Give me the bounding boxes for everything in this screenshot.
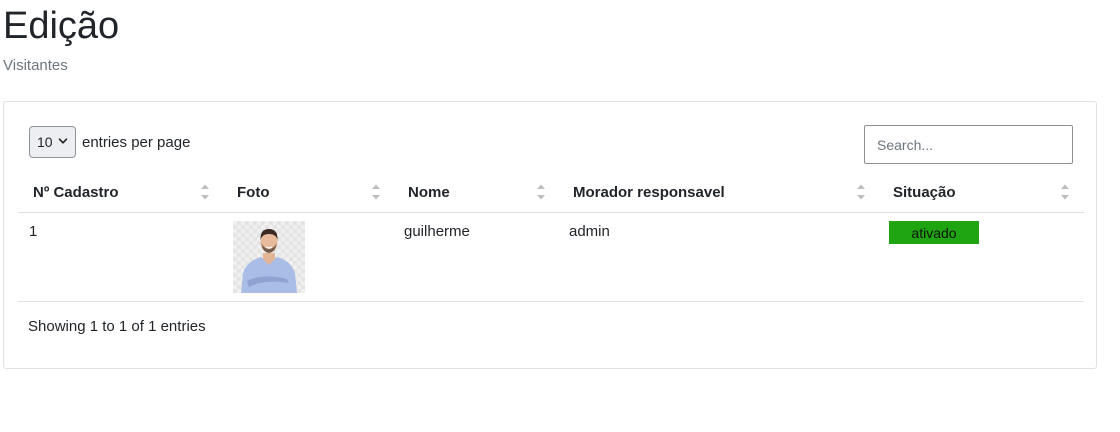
column-header-status[interactable]: Situação xyxy=(893,174,1043,210)
datatable-card: 10 entries per page Nº Cadastro Foto Nom… xyxy=(3,101,1097,369)
visitor-photo xyxy=(233,221,305,293)
column-header-photo[interactable]: Foto xyxy=(237,174,367,210)
sort-icon xyxy=(537,184,545,200)
column-header-label: Nome xyxy=(408,183,450,201)
cell-resident: admin xyxy=(569,223,610,240)
search-input[interactable] xyxy=(864,125,1073,164)
column-header-name[interactable]: Nome xyxy=(408,174,528,210)
table-info: Showing 1 to 1 of 1 entries xyxy=(28,318,206,335)
column-header-label: Nº Cadastro xyxy=(33,183,119,201)
person-photo-icon xyxy=(241,229,297,293)
sort-icon xyxy=(372,184,380,200)
chevron-down-icon xyxy=(58,138,68,144)
cell-id: 1 xyxy=(29,223,38,240)
entries-per-page-select[interactable]: 10 xyxy=(29,126,76,158)
column-header-resident[interactable]: Morador responsavel xyxy=(573,174,843,210)
entries-per-page-value: 10 xyxy=(37,134,53,150)
entries-per-page-control: 10 entries per page xyxy=(29,125,190,159)
table-header-divider xyxy=(18,212,1084,213)
column-header-label: Situação xyxy=(893,183,956,201)
column-header-label: Morador responsavel xyxy=(573,183,725,201)
sort-icon xyxy=(857,184,865,200)
status-badge: ativado xyxy=(889,221,979,244)
page-subtitle: Visitantes xyxy=(3,57,68,74)
entries-per-page-label: entries per page xyxy=(82,133,191,151)
column-header-id[interactable]: Nº Cadastro xyxy=(33,174,217,210)
page-title: Edição xyxy=(3,5,120,47)
sort-icon xyxy=(201,184,209,200)
column-header-label: Foto xyxy=(237,183,270,201)
cell-name: guilherme xyxy=(404,223,470,240)
table-row-divider xyxy=(18,301,1084,302)
sort-icon xyxy=(1061,184,1069,200)
